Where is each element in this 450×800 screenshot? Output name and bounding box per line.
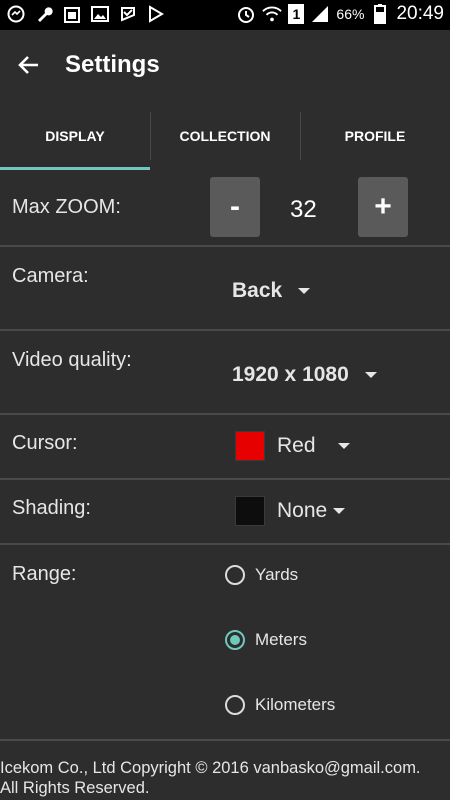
radio-button[interactable]: [225, 565, 245, 585]
wrench-icon: [34, 4, 54, 24]
range-option-label: Yards: [255, 565, 299, 584]
page-title: Settings: [65, 51, 160, 78]
range-option-label: Kilometers: [255, 695, 336, 714]
gallery-icon: [90, 4, 110, 24]
camera-label: Camera:: [12, 265, 89, 287]
video-quality-label: Video quality:: [12, 349, 132, 371]
range-label: Range:: [12, 563, 77, 585]
shading-dropdown[interactable]: None: [235, 496, 346, 526]
camera-value: Back: [232, 279, 283, 302]
video-quality-value: 1920 x 1080: [232, 363, 349, 386]
cursor-label: Cursor:: [12, 432, 78, 454]
status-bar: 1 66% 20:49: [0, 0, 450, 30]
tab-display[interactable]: DISPLAY: [0, 102, 150, 170]
chevron-down-icon: [337, 443, 350, 449]
range-option-meters[interactable]: Meters: [225, 630, 307, 650]
max-zoom-label: Max ZOOM:: [12, 196, 121, 218]
zoom-value: 32: [290, 196, 317, 223]
cursor-color-swatch: [235, 431, 265, 461]
sim-icon: 1: [288, 4, 305, 24]
tab-collection[interactable]: COLLECTION: [150, 102, 300, 170]
alarm-icon: [236, 4, 256, 24]
camera-dropdown[interactable]: Back: [232, 279, 311, 303]
video-quality-dropdown[interactable]: 1920 x 1080: [232, 363, 377, 387]
tab-bar: DISPLAY COLLECTION PROFILE: [0, 102, 450, 170]
cursor-value: Red: [277, 434, 316, 457]
range-option-label: Meters: [255, 630, 307, 649]
camera-row: Camera: Back: [0, 245, 450, 329]
signal-icon: [310, 4, 330, 24]
radio-button-selected[interactable]: [225, 630, 245, 650]
wifi-icon: [262, 4, 283, 24]
range-option-yards[interactable]: Yards: [225, 565, 298, 585]
range-row: Range: Yards Meters Kilometers: [0, 543, 450, 739]
chevron-down-icon: [333, 508, 346, 514]
cursor-dropdown[interactable]: Red: [235, 431, 350, 461]
shading-label: Shading:: [12, 497, 91, 519]
cursor-row: Cursor: Red: [0, 413, 450, 478]
battery-icon: [370, 4, 390, 24]
clock: 20:49: [396, 3, 444, 24]
calendar-icon: [62, 4, 82, 24]
copyright-footer: Icekom Co., Ltd Copyright © 2016 vanbask…: [0, 758, 450, 798]
arrow-left-icon[interactable]: [16, 52, 42, 78]
max-zoom-row: Max ZOOM: - 32 +: [0, 172, 450, 245]
shading-color-swatch: [235, 496, 265, 526]
shading-value: None: [277, 499, 328, 522]
video-quality-row: Video quality: 1920 x 1080: [0, 329, 450, 413]
check-flag-icon: [118, 4, 138, 24]
messenger-icon: [6, 4, 26, 24]
tab-profile[interactable]: PROFILE: [300, 102, 450, 170]
settings-list: Max ZOOM: - 32 + Camera: Back Video qual…: [0, 172, 450, 763]
system-icons: 1 66% 20:49: [236, 3, 444, 25]
play-store-icon: [146, 4, 166, 24]
shading-row: Shading: None: [0, 478, 450, 543]
zoom-decrement-button[interactable]: -: [210, 177, 260, 237]
copyright-line: Icekom Co., Ltd Copyright © 2016 vanbask…: [0, 759, 421, 777]
notification-icons: [6, 4, 166, 24]
zoom-increment-button[interactable]: +: [358, 177, 408, 237]
rights-line: All Rights Reserved.: [0, 779, 150, 797]
radio-button[interactable]: [225, 695, 245, 715]
app-bar: Settings: [0, 30, 450, 102]
range-option-kilometers[interactable]: Kilometers: [225, 695, 335, 715]
chevron-down-icon: [364, 372, 377, 378]
chevron-down-icon: [298, 288, 311, 294]
battery-percent: 66%: [336, 6, 365, 22]
